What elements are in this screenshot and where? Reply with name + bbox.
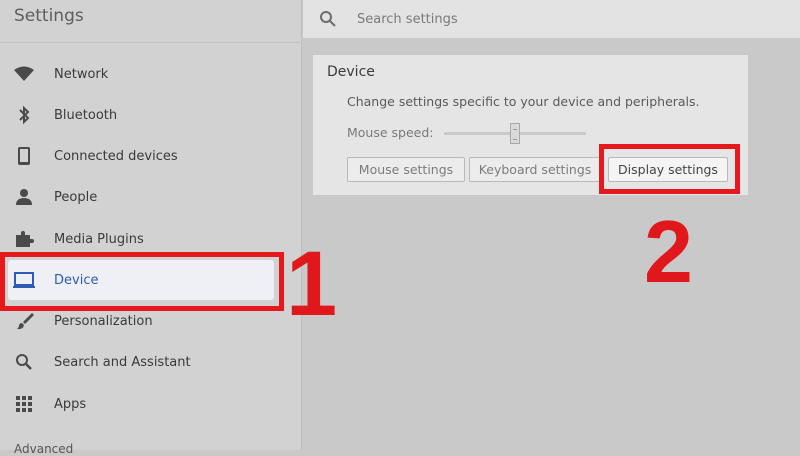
mouse-speed-label: Mouse speed: — [347, 125, 434, 140]
divider — [0, 42, 302, 43]
sidebar-item-label: Device — [54, 272, 99, 288]
phone-icon — [12, 144, 36, 168]
bluetooth-icon — [12, 103, 36, 127]
brush-icon — [12, 309, 36, 333]
sidebar-item-connected-devices[interactable]: Connected devices — [0, 136, 302, 176]
puzzle-icon — [12, 227, 36, 251]
sidebar-item-people[interactable]: People — [0, 177, 302, 217]
app-title: Settings — [14, 6, 84, 26]
sidebar-item-label: Search and Assistant — [54, 354, 191, 370]
mouse-settings-button[interactable]: Mouse settings — [347, 157, 465, 182]
sidebar-item-label: Personalization — [54, 313, 153, 329]
sidebar-item-personalization[interactable]: Personalization — [0, 301, 302, 341]
search-bar — [303, 0, 800, 39]
display-settings-button[interactable]: Display settings — [608, 157, 728, 182]
device-settings-card: Device Change settings specific to your … — [313, 55, 748, 195]
sidebar-item-network[interactable]: Network — [0, 54, 302, 94]
sidebar-item-device[interactable]: Device — [8, 260, 274, 300]
sidebar-item-label: People — [54, 189, 98, 205]
sidebar-item-apps[interactable]: Apps — [0, 384, 302, 424]
search-input[interactable] — [355, 10, 739, 28]
section-title: Device — [327, 64, 375, 80]
keyboard-settings-button[interactable]: Keyboard settings — [469, 157, 601, 182]
sidebar-item-search-assistant[interactable]: Search and Assistant — [0, 342, 302, 382]
wifi-icon — [12, 62, 36, 86]
sidebar: Settings Network Bluetooth Connected dev… — [0, 0, 302, 456]
apps-grid-icon — [12, 392, 36, 416]
person-icon — [12, 185, 36, 209]
step-number-2: 2 — [644, 202, 693, 301]
search-icon — [12, 350, 36, 374]
section-description: Change settings specific to your device … — [347, 94, 700, 109]
mouse-speed-slider-thumb[interactable] — [510, 123, 520, 144]
sidebar-item-label: Bluetooth — [54, 107, 118, 123]
sidebar-item-label: Media Plugins — [54, 231, 144, 247]
sidebar-item-media-plugins[interactable]: Media Plugins — [0, 219, 302, 259]
sidebar-item-label: Connected devices — [54, 148, 178, 164]
sidebar-item-bluetooth[interactable]: Bluetooth — [0, 95, 302, 135]
laptop-icon — [12, 268, 36, 292]
search-icon — [319, 10, 337, 28]
sidebar-item-label: Apps — [54, 396, 87, 412]
advanced-section-label[interactable]: Advanced — [14, 442, 73, 456]
sidebar-item-label: Network — [54, 66, 109, 82]
step-number-1: 1 — [286, 233, 338, 335]
